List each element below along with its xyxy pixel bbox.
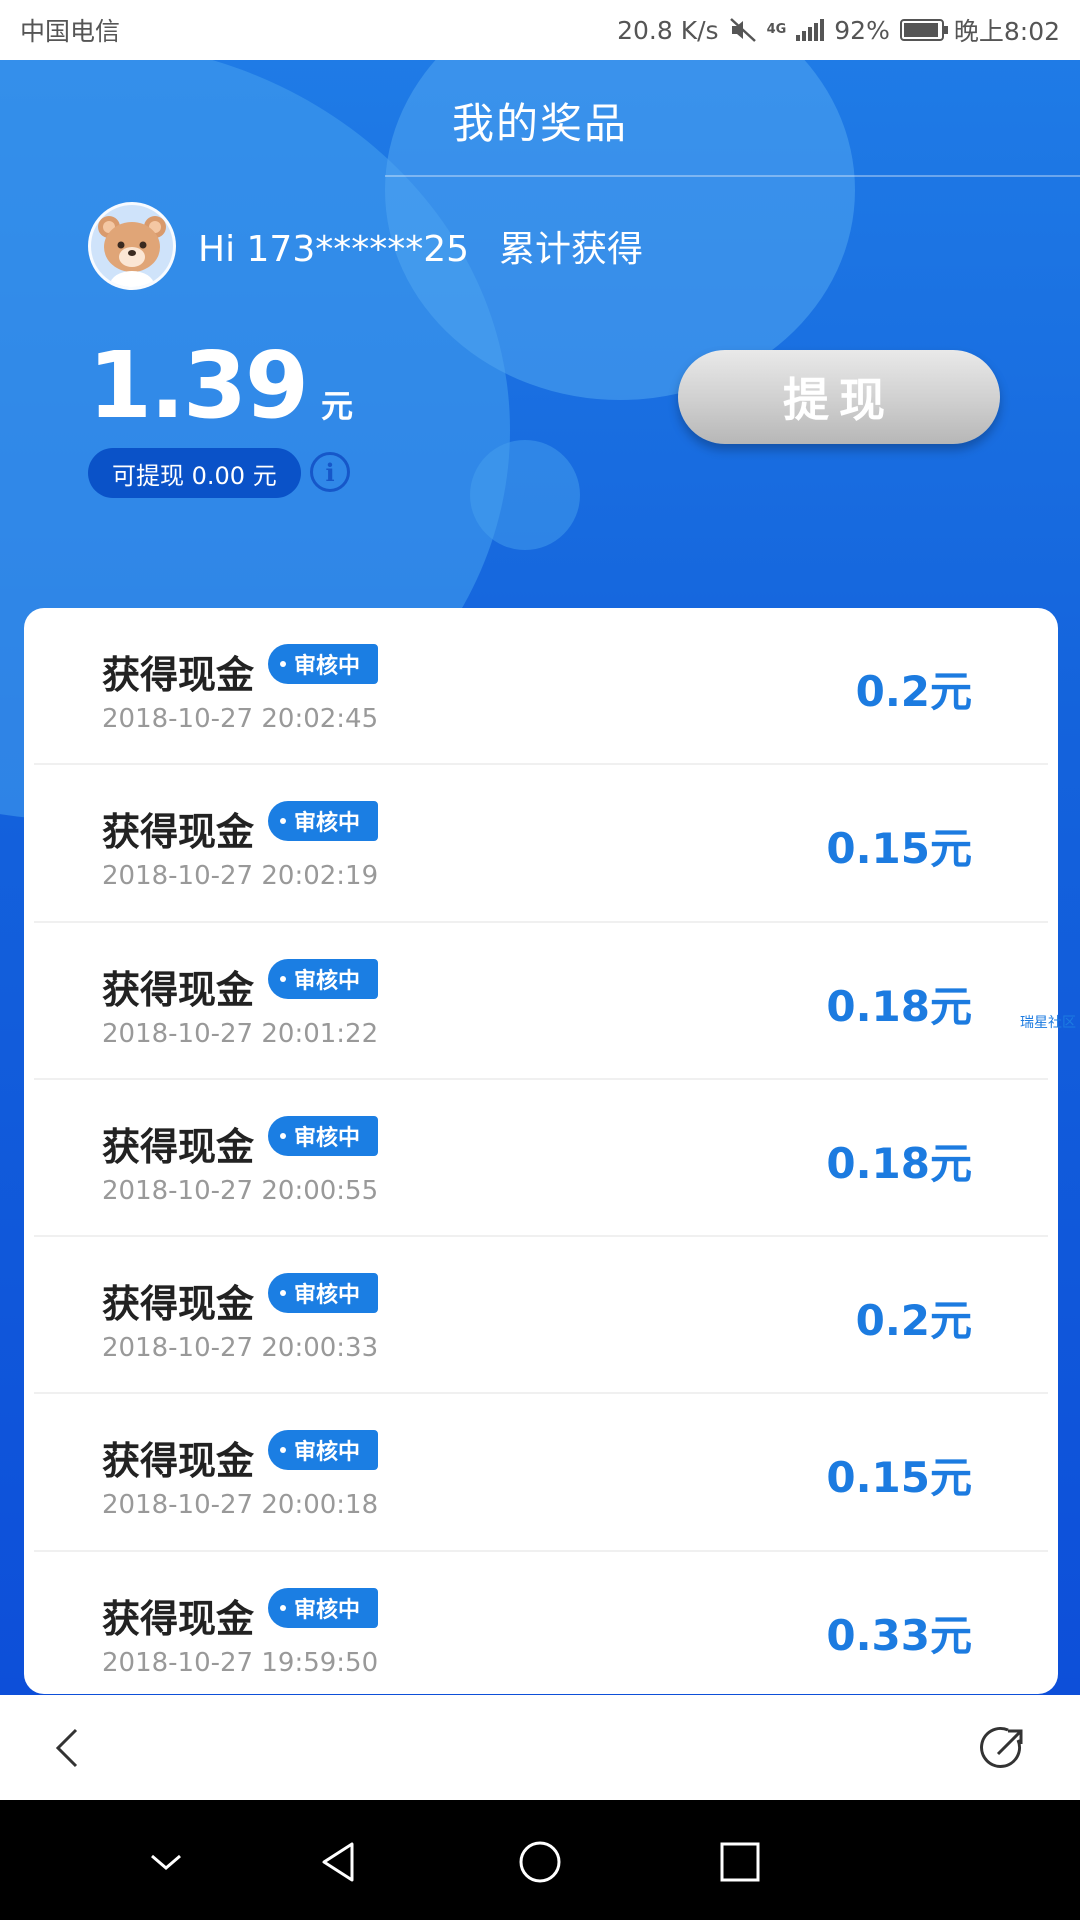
record-title: 获得现金 bbox=[102, 967, 255, 1012]
status-badge: 审核中 bbox=[268, 1273, 379, 1314]
greeting: Hi 173******25 累计获得 bbox=[198, 220, 643, 272]
decor-bubble bbox=[470, 440, 580, 550]
record-time: 2018-10-27 20:00:18 bbox=[102, 1490, 379, 1521]
list-item[interactable]: 获得现金 审核中 2018-10-27 20:00:18 0.15元 bbox=[34, 1394, 1048, 1552]
network-type: 4G bbox=[766, 22, 787, 37]
status-indicators: 20.8 K/s 4G 92% 晚上8:02 bbox=[617, 12, 1060, 48]
record-title: 获得现金 bbox=[102, 653, 255, 697]
record-amount: 0.2元 bbox=[855, 1296, 972, 1346]
withdraw-button[interactable]: 提现 bbox=[678, 350, 1000, 444]
status-badge: 审核中 bbox=[268, 644, 379, 684]
square-recent-icon[interactable] bbox=[712, 1834, 768, 1890]
list-item[interactable]: 获得现金 审核中 2018-10-27 20:02:19 0.15元 bbox=[34, 765, 1048, 923]
hero-section: 我的奖品 Hi 173******25 累计获得 1.39 元 可提现 0.00 … bbox=[0, 60, 1080, 1695]
record-amount: 0.33元 bbox=[826, 1610, 972, 1660]
status-badge: 审核中 bbox=[268, 801, 379, 842]
list-item[interactable]: 获得现金 审核中 2018-10-27 20:00:55 0.18元 bbox=[34, 1080, 1048, 1238]
user-greeting: Hi 173******25 bbox=[198, 229, 470, 270]
record-time: 2018-10-27 20:00:55 bbox=[102, 1175, 379, 1206]
record-title: 获得现金 bbox=[102, 1124, 255, 1169]
status-badge: 审核中 bbox=[268, 1430, 379, 1471]
cumulative-label: 累计获得 bbox=[499, 229, 644, 270]
record-time: 2018-10-27 20:01:22 bbox=[102, 1018, 379, 1049]
system-nav-bar bbox=[0, 1800, 1080, 1920]
list-item[interactable]: 获得现金 审核中 2018-10-27 20:00:33 0.2元 bbox=[34, 1237, 1048, 1395]
info-icon[interactable]: i bbox=[310, 452, 350, 492]
list-item[interactable]: 获得现金 审核中 2018-10-27 19:59:50 0.33元 bbox=[34, 1552, 1048, 1694]
record-title: 获得现金 bbox=[102, 1439, 255, 1484]
list-item[interactable]: 获得现金 审核中 2018-10-27 20:01:22 0.18元 bbox=[34, 923, 1048, 1080]
triangle-back-icon[interactable] bbox=[312, 1834, 368, 1890]
mute-icon bbox=[729, 18, 756, 42]
status-badge: 审核中 bbox=[268, 1115, 379, 1156]
app-bottom-bar bbox=[0, 1695, 1080, 1800]
clock: 晚上8:02 bbox=[953, 17, 1060, 46]
records-list: 获得现金 审核中 2018-10-27 20:02:45 0.2元 获得现金 审… bbox=[24, 608, 1058, 1694]
record-time: 2018-10-27 20:02:45 bbox=[102, 704, 379, 734]
carrier-name: 中国电信 bbox=[20, 17, 121, 46]
page-title: 我的奖品 bbox=[451, 99, 628, 148]
circle-home-icon[interactable] bbox=[512, 1834, 568, 1890]
network-speed: 20.8 K/s bbox=[617, 15, 719, 45]
bear-avatar-icon bbox=[98, 216, 166, 287]
record-amount: 0.15元 bbox=[826, 824, 972, 874]
status-bar: 中国电信 20.8 K/s 4G 92% 晚上8:02 bbox=[0, 0, 1080, 60]
status-badge: 审核中 bbox=[268, 958, 379, 999]
avatar[interactable] bbox=[88, 202, 176, 290]
record-title: 获得现金 bbox=[102, 810, 255, 855]
divider bbox=[385, 175, 1080, 177]
record-title: 获得现金 bbox=[102, 1596, 255, 1641]
withdrawable-badge: 可提现 0.00 元 bbox=[88, 448, 301, 498]
total-amount-value: 1.39 bbox=[88, 332, 309, 439]
record-amount: 0.18元 bbox=[826, 1138, 972, 1188]
signal-icon bbox=[796, 19, 825, 41]
record-amount: 0.18元 bbox=[826, 981, 972, 1031]
back-chevron-icon[interactable] bbox=[42, 1720, 98, 1776]
share-icon[interactable] bbox=[976, 1720, 1032, 1776]
record-time: 2018-10-27 20:00:33 bbox=[102, 1333, 379, 1364]
chevron-down-icon[interactable] bbox=[138, 1834, 194, 1890]
record-time: 2018-10-27 20:02:19 bbox=[102, 861, 379, 892]
list-item[interactable]: 获得现金 审核中 2018-10-27 20:02:45 0.2元 bbox=[34, 608, 1048, 766]
record-amount: 0.15元 bbox=[826, 1453, 972, 1503]
record-amount: 0.2元 bbox=[855, 667, 972, 716]
battery-percent: 92% bbox=[834, 15, 890, 45]
watermark-text: 瑞星社区 bbox=[1020, 1015, 1076, 1031]
total-amount: 1.39 元 bbox=[88, 332, 353, 439]
status-badge: 审核中 bbox=[268, 1587, 379, 1628]
battery-icon bbox=[899, 19, 948, 41]
record-time: 2018-10-27 19:59:50 bbox=[102, 1647, 379, 1678]
total-amount-unit: 元 bbox=[321, 387, 354, 425]
record-title: 获得现金 bbox=[102, 1282, 255, 1327]
